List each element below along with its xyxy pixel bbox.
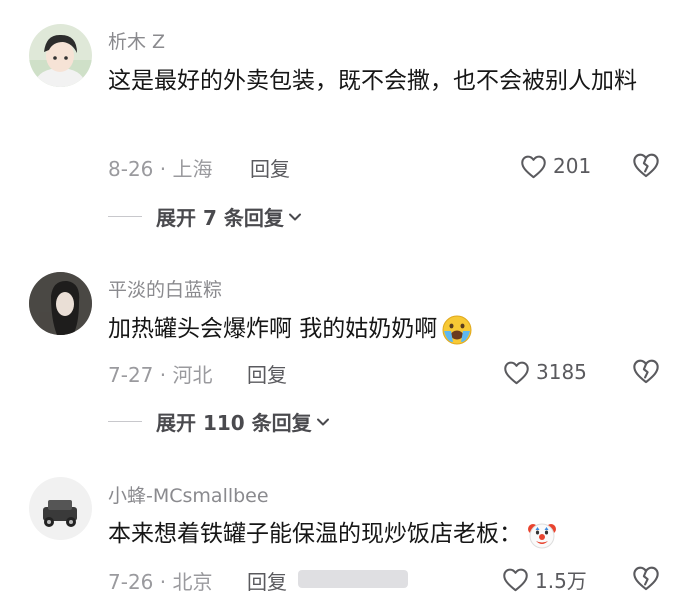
comment-date-location: 7-26 · 北京 xyxy=(108,570,213,594)
reply-button[interactable]: 回复 xyxy=(247,566,287,595)
like-count: 1.5万 xyxy=(535,568,587,593)
like-button[interactable]: 1.5万 xyxy=(502,565,587,593)
heart-icon xyxy=(503,568,528,591)
broken-heart-icon[interactable] xyxy=(632,564,660,592)
clown-emoji xyxy=(528,523,556,548)
avatar[interactable] xyxy=(29,477,92,540)
comment-text-body: 本来想着铁罐子能保温的现炒饭店老板： xyxy=(108,521,522,547)
watermark xyxy=(298,570,408,588)
comment-username[interactable]: 小蜂-MCsmallbee xyxy=(108,481,269,508)
comment-list: 析木 Z 这是最好的外卖包装，既不会撒，也不会被别人加料 8-26 · 上海 回… xyxy=(0,0,690,601)
comment-text: 本来想着铁罐子能保温的现炒饭店老板： xyxy=(108,514,668,555)
comment-item: 小蜂-MCsmallbee 本来想着铁罐子能保温的现炒饭店老板： 7-26 · … xyxy=(0,0,690,601)
